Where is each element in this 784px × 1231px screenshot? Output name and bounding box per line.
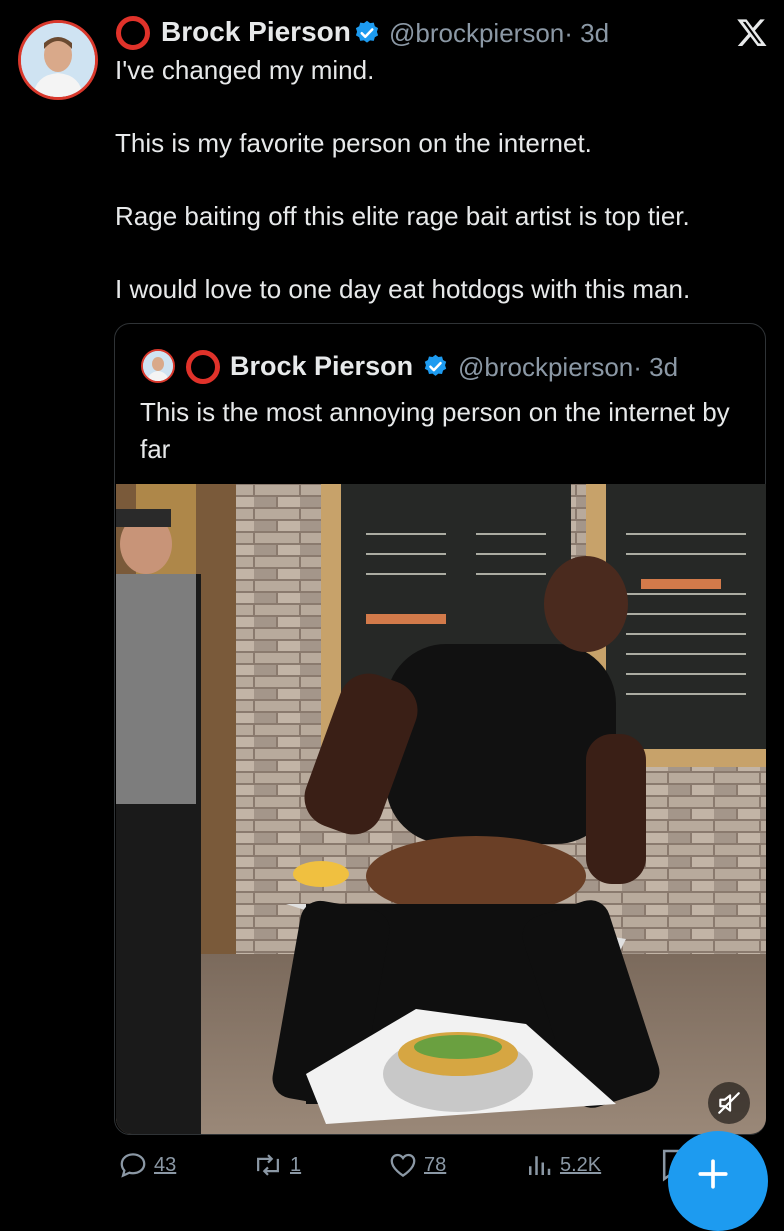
quote-handle-text[interactable]: @brockpierson bbox=[458, 352, 633, 382]
tweet-line: I've changed my mind. bbox=[115, 55, 375, 85]
repost-icon bbox=[257, 1154, 279, 1176]
like-icon bbox=[390, 1153, 416, 1177]
verified-badge-icon bbox=[355, 20, 379, 43]
tweet-text: I've changed my mind. This is my favorit… bbox=[115, 52, 765, 308]
quote-time[interactable]: · 3d bbox=[633, 352, 678, 382]
reply-button[interactable]: 43 bbox=[118, 1150, 176, 1180]
quote-text: This is the most annoying person on the … bbox=[140, 397, 730, 464]
mute-icon bbox=[718, 1092, 740, 1114]
like-button[interactable]: 78 bbox=[388, 1150, 446, 1180]
author-name[interactable]: Brock Pierson bbox=[161, 16, 351, 48]
author-handle[interactable]: @brockpierson· 3d bbox=[389, 18, 609, 49]
views-count: 5.2K bbox=[560, 1153, 602, 1176]
tweet-time[interactable]: · 3d bbox=[564, 18, 609, 48]
like-count: 78 bbox=[424, 1153, 447, 1176]
repost-button[interactable]: 1 bbox=[252, 1150, 301, 1180]
status-ring-icon bbox=[116, 16, 150, 50]
x-logo-icon[interactable] bbox=[736, 16, 768, 48]
reply-count: 43 bbox=[154, 1153, 177, 1176]
quote-verified-badge-icon bbox=[424, 354, 447, 376]
tweet-line: This is my favorite person on the intern… bbox=[115, 128, 592, 158]
author-avatar[interactable] bbox=[18, 20, 98, 100]
repost-count: 1 bbox=[290, 1153, 302, 1176]
quote-author-avatar[interactable] bbox=[141, 349, 175, 383]
tweet-line: I would love to one day eat hotdogs with… bbox=[115, 274, 691, 304]
reply-icon bbox=[120, 1153, 146, 1178]
compose-plus-icon bbox=[698, 1159, 728, 1189]
handle-text[interactable]: @brockpierson bbox=[389, 18, 564, 48]
compose-button[interactable] bbox=[668, 1131, 768, 1231]
quote-author-name[interactable]: Brock Pierson bbox=[230, 351, 413, 382]
views-button[interactable]: 5.2K bbox=[524, 1150, 601, 1180]
quote-video[interactable] bbox=[116, 484, 766, 1134]
views-icon bbox=[529, 1156, 551, 1175]
tweet-line: Rage baiting off this elite rage bait ar… bbox=[115, 201, 690, 231]
quote-author-handle[interactable]: @brockpierson· 3d bbox=[458, 352, 678, 383]
mute-button[interactable] bbox=[708, 1082, 750, 1124]
quote-status-ring-icon bbox=[186, 350, 220, 384]
